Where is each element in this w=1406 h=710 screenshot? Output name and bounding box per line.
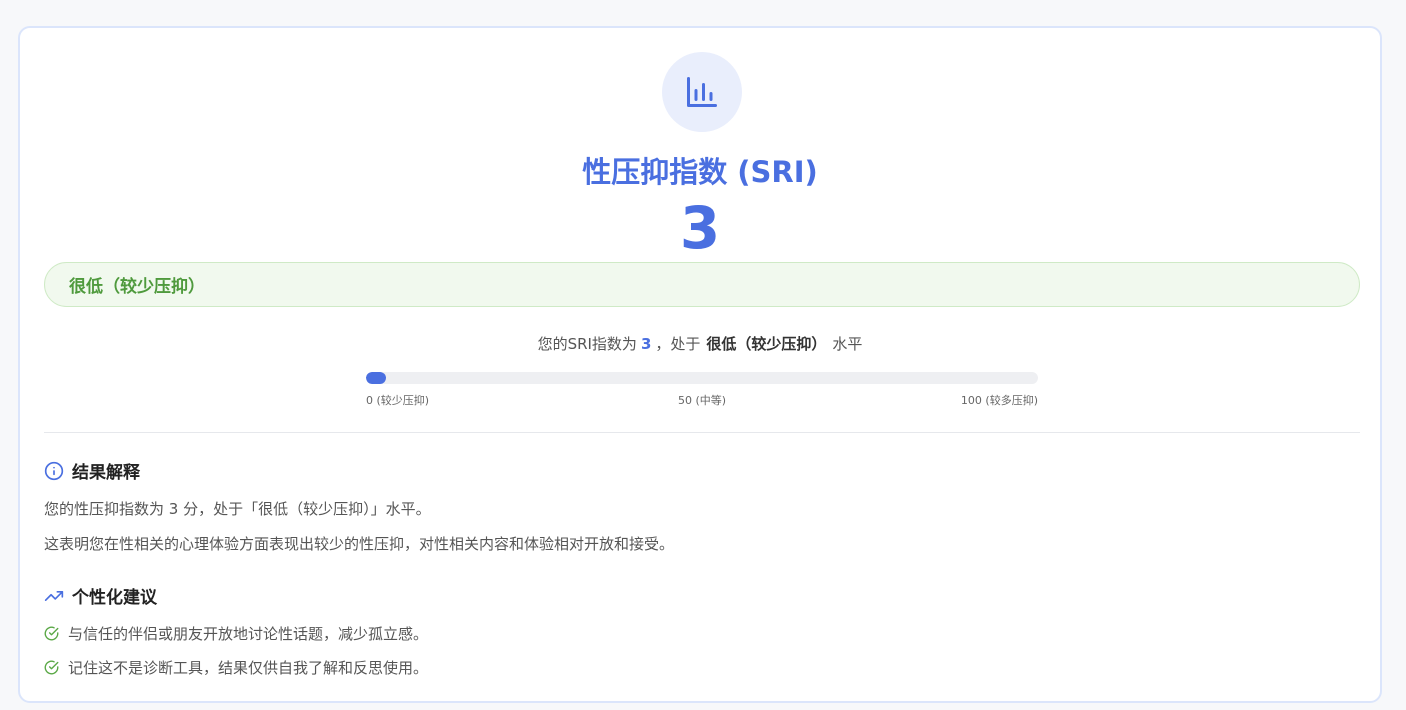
suggestion-item: 与信任的伴侣或朋友开放地讨论性话题，减少孤立感。 bbox=[44, 623, 428, 644]
interpretation-paragraph: 您的性压抑指数为 3 分，处于「很低（较少压抑）」水平。 bbox=[44, 500, 431, 518]
interpretation-heading: 结果解释 bbox=[44, 458, 140, 483]
level-label: 很低（较少压抑） bbox=[69, 277, 205, 297]
scale-mid-label: 50 (中等) bbox=[677, 394, 727, 407]
trending-up-icon bbox=[44, 590, 64, 601]
suggestions-heading-text: 个性化建议 bbox=[72, 588, 157, 608]
summary-prefix: 您的SRI指数为 bbox=[537, 335, 637, 353]
summary-score: 3 bbox=[640, 335, 652, 353]
interpretation-paragraph: 这表明您在性相关的心理体验方面表现出较少的性压抑，对性相关内容和体验相对开放和接… bbox=[44, 535, 675, 553]
suggestion-text: 记住这不是诊断工具，结果仅供自我了解和反思使用。 bbox=[68, 659, 429, 677]
summary-level: 很低（较少压抑） bbox=[706, 335, 827, 353]
suggestion-item: 记住这不是诊断工具，结果仅供自我了解和反思使用。 bbox=[44, 657, 428, 678]
scale-min-label: 0 (较少压抑) bbox=[366, 394, 430, 407]
check-circle-icon bbox=[44, 660, 59, 675]
scale-labels: 0 (较少压抑) 50 (中等) 100 (较多压抑) bbox=[366, 392, 1038, 408]
level-badge: 很低（较少压抑） bbox=[44, 262, 1360, 307]
score-progress-bar bbox=[366, 372, 1038, 384]
suggestion-text: 与信任的伴侣或朋友开放地讨论性话题，减少孤立感。 bbox=[68, 625, 429, 643]
summary-mid: ，处于 bbox=[655, 335, 701, 353]
check-circle-icon bbox=[44, 626, 59, 641]
suggestions-heading: 个性化建议 bbox=[44, 583, 157, 608]
info-icon bbox=[44, 461, 64, 480]
result-title: 性压抑指数 (SRI) bbox=[582, 155, 818, 189]
section-divider bbox=[44, 432, 1360, 433]
chart-icon-badge bbox=[662, 52, 742, 132]
score-summary: 您的SRI指数为 3 ，处于 很低（较少压抑） 水平 bbox=[20, 332, 1380, 356]
score-progress-fill bbox=[366, 372, 387, 384]
scale-max-label: 100 (较多压抑) bbox=[960, 394, 1038, 407]
summary-suffix: 水平 bbox=[832, 335, 863, 353]
bar-chart-icon bbox=[687, 77, 717, 107]
result-card: 性压抑指数 (SRI) 3 很低（较少压抑） 您的SRI指数为 3 ，处于 很低（较少… bbox=[18, 26, 1382, 703]
interpretation-heading-text: 结果解释 bbox=[72, 463, 140, 483]
result-score: 3 bbox=[679, 194, 721, 262]
